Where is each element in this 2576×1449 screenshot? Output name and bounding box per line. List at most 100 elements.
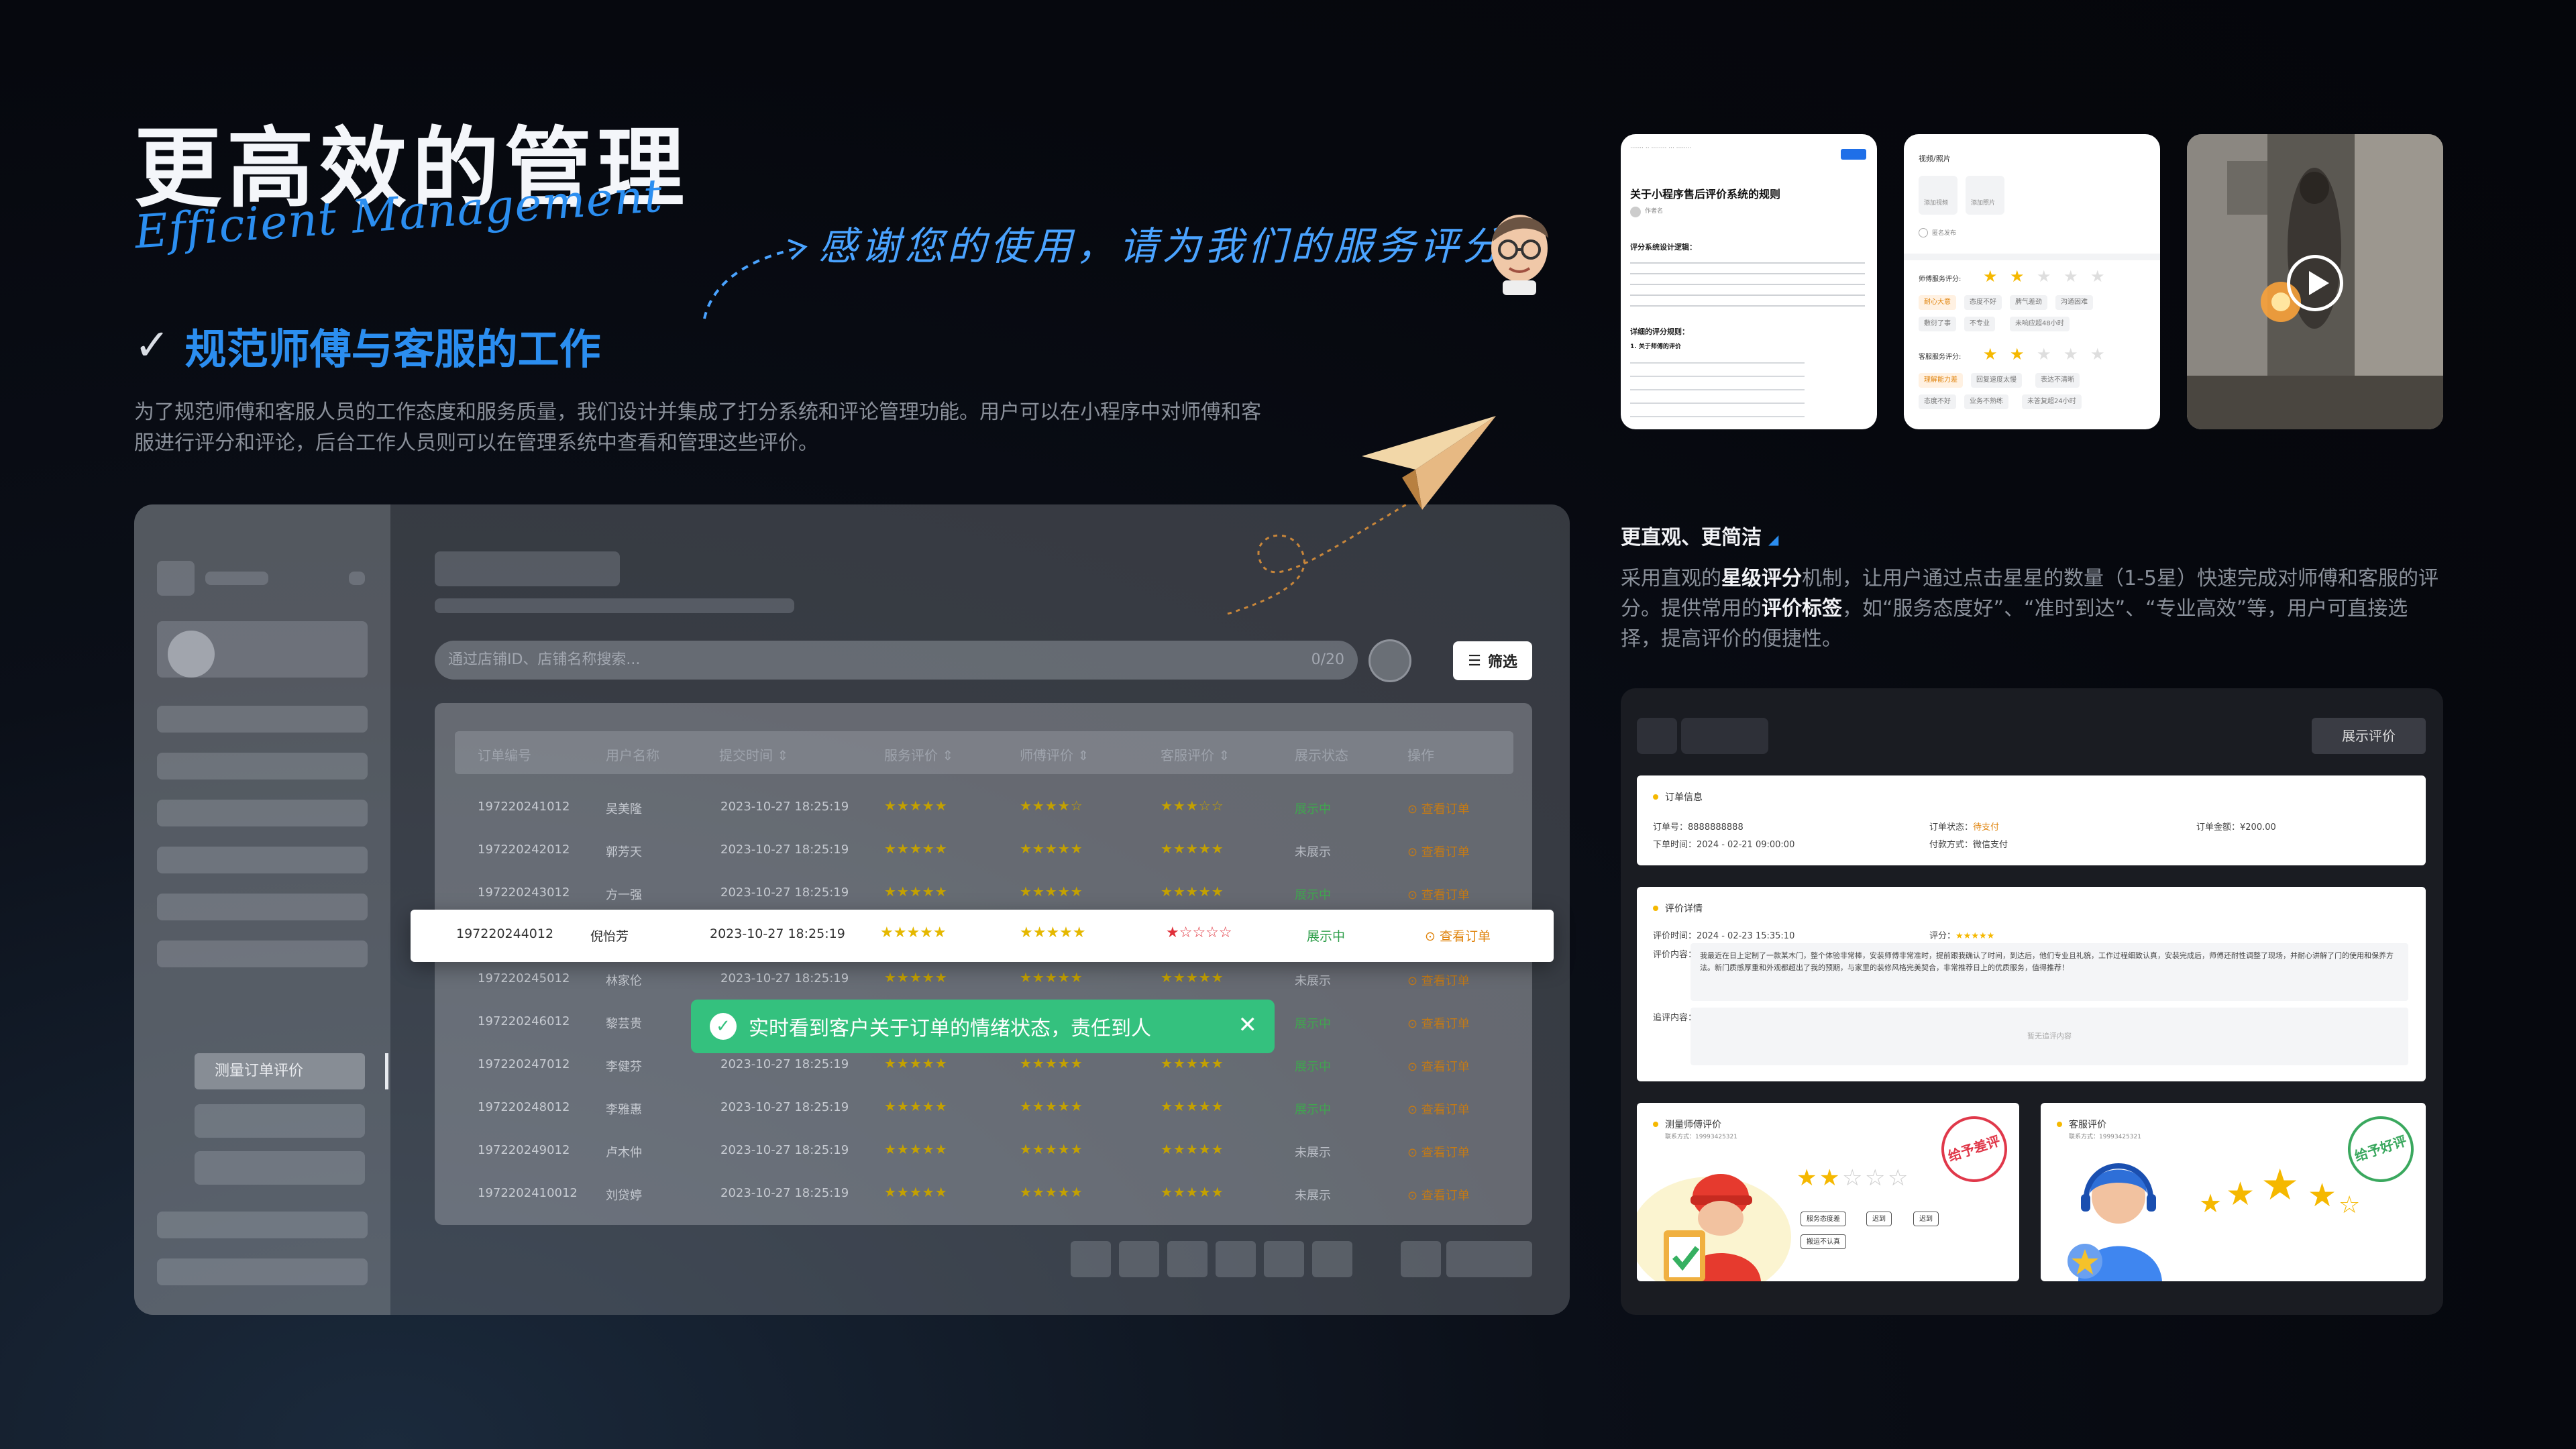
rating-star[interactable]: ★ [2010,267,2025,286]
sidebar-item[interactable] [157,753,368,780]
order-id-cell: 197220243012 [478,885,570,900]
view-order-link[interactable]: ⊙ 查看订单 [1407,971,1470,989]
sidebar-subitem[interactable] [195,1104,365,1138]
service-rating-stars: ★★★★★ [884,1055,948,1071]
pagination-page[interactable] [1167,1241,1208,1277]
subtitle-text: 规范师傅与客服的工作 [184,325,601,374]
rating-star[interactable]: ★ [2063,345,2078,364]
sidebar-item[interactable] [157,847,368,873]
tag-chip[interactable]: 沟通困难 [2055,295,2093,310]
tag-chip[interactable]: 脾气差劲 [2010,295,2047,310]
rating-star[interactable]: ★ [2090,267,2105,286]
close-icon[interactable]: ✕ [1238,1012,1258,1038]
sidebar-item[interactable] [157,941,368,967]
master-rating-stars: ★★★★★ [1020,841,1083,857]
sidebar-item[interactable] [157,800,368,826]
master-rating-stars: ★★★★★ [1020,969,1083,985]
pagination-page[interactable] [1216,1241,1256,1277]
user-name-cell: 李健芬 [606,1060,642,1074]
master-rating-stars: ★★★★☆ [1020,798,1083,814]
tag-chip[interactable]: 回复速度太慢 [1971,373,2022,388]
sidebar-item[interactable] [157,1258,368,1285]
view-order-link[interactable]: ⊙ 查看订单 [1407,1057,1470,1075]
order-id-cell: 197220249012 [478,1143,570,1157]
tag-chip[interactable]: 耐心大意 [1919,295,1956,310]
view-order-link[interactable]: ⊙ 查看订单 [1407,800,1470,817]
pagination-prev[interactable] [1071,1241,1111,1277]
rules-thumbnail[interactable]: ······· ·· ········ ··· ········ 关于小程序售后… [1621,134,1877,429]
rating-star: ★ [1819,1165,1840,1191]
rating-star: ★ [2261,1161,2300,1210]
section-subtitle: ✓ 规范师傅与客服的工作 [134,315,601,376]
user-name-cell: 林家伦 [606,974,642,988]
rating-star[interactable]: ★ [2063,267,2078,286]
play-button[interactable] [2287,255,2343,311]
dashed-arrow-icon [703,239,808,319]
view-order-link[interactable]: ⊙ 查看订单 [1407,1186,1470,1203]
view-order-link[interactable]: ⊙ 查看订单 [1407,1100,1470,1118]
pagination-next[interactable] [1312,1241,1352,1277]
column-header[interactable]: 服务评价 ⇕ [884,745,953,764]
rating-star[interactable]: ★ [2010,345,2025,364]
video-thumbnail[interactable] [2187,134,2443,429]
back-placeholder[interactable] [1637,718,1677,754]
view-order-link[interactable]: ⊙ 查看订单 [1425,926,1491,945]
view-order-link[interactable]: ⊙ 查看订单 [1407,1143,1470,1161]
show-review-button[interactable]: 展示评价 [2312,718,2426,754]
highlighted-table-row[interactable] [411,910,1554,962]
cs-rating-stars: ★★★★★ [1161,1055,1224,1071]
logo-placeholder [157,561,195,596]
anonymous-label: 匿名发布 [1932,230,1957,237]
pagination-page[interactable] [1264,1241,1304,1277]
add-photo-button[interactable]: 添加照片 [1966,176,2004,215]
tag-chip[interactable]: 不专业 [1964,317,1995,331]
filter-icon: ☰ [1468,652,1481,669]
user-name-cell: 吴美隆 [606,802,642,816]
pagination-page[interactable] [1119,1241,1159,1277]
rating-form-thumbnail[interactable]: 视频/照片 添加视频 添加照片 匿名发布 师傅服务评分: ★ ★ ★ ★ ★ 耐… [1904,134,2160,429]
tag-chip[interactable]: 敷衍了事 [1919,317,1956,331]
filter-button[interactable]: ☰ 筛选 [1453,641,1532,680]
jump-to-page[interactable] [1446,1241,1532,1277]
sidebar-item[interactable] [157,1212,368,1238]
anonymous-radio[interactable] [1919,228,1928,237]
rating-star[interactable]: ★ [1983,267,1998,286]
rating-star[interactable]: ★ [2037,345,2051,364]
search-input[interactable]: 通过店铺ID、店铺名称搜索... 0/20 [435,641,1358,680]
reply-text: 暂无追评内容 [1690,1008,2408,1065]
service-rating-stars: ★★★★★ [884,1184,948,1200]
tag-chip[interactable]: 理解能力差 [1919,373,1963,388]
review-text: 我最近在日上定制了一款某木门，整个体验非常棒，安装师傅非常准时，提前跟我确认了时… [1690,943,2408,1001]
tag-chip[interactable]: 表达不清晰 [2035,373,2080,388]
tag-chip[interactable]: 未答复超24小时 [2022,394,2082,409]
rating-star[interactable]: ★ [2037,267,2051,286]
add-video-button[interactable]: 添加视频 [1919,176,1957,215]
search-button[interactable] [1368,639,1411,682]
column-header[interactable]: 提交时间 ⇕ [719,745,788,764]
sidebar-item[interactable] [157,706,368,733]
tag-chip[interactable]: 业务不熟练 [1964,394,2008,409]
cs-rating-stars: ★★★★★ [1161,1098,1224,1114]
tag-chip[interactable]: 态度不好 [1964,295,2002,310]
view-order-link[interactable]: ⊙ 查看订单 [1407,1014,1470,1032]
column-header[interactable]: 客服评价 ⇕ [1161,745,1230,764]
sidebar-item[interactable] [157,894,368,920]
rating-star[interactable]: ★ [1983,345,1998,364]
paper-plane-icon [1362,416,1496,510]
view-order-link[interactable]: ⊙ 查看订单 [1407,843,1470,860]
sidebar-subitem[interactable] [195,1151,365,1185]
rating-star[interactable]: ★ [2090,345,2105,364]
user-name-cell: 卢木仲 [606,1146,642,1160]
display-status-cell: 展示中 [1295,888,1331,902]
section-dot [1653,794,1658,800]
sidebar-item-measure-review[interactable]: 测量订单评价 [195,1053,365,1089]
view-order-link[interactable]: ⊙ 查看订单 [1407,885,1470,903]
doc-action-button[interactable] [1841,149,1866,160]
cs-rating-stars: ★★★★★ [1161,841,1224,857]
worker-illustration-icon [1664,1174,1761,1281]
tag-chip[interactable]: 态度不好 [1919,394,1956,409]
tag-chip[interactable]: 未响应超48小时 [2010,317,2070,331]
submit-time-cell: 2023-10-27 18:25:19 [720,1100,849,1114]
page-size-select[interactable] [1401,1241,1441,1277]
column-header[interactable]: 师傅评价 ⇕ [1020,745,1089,764]
